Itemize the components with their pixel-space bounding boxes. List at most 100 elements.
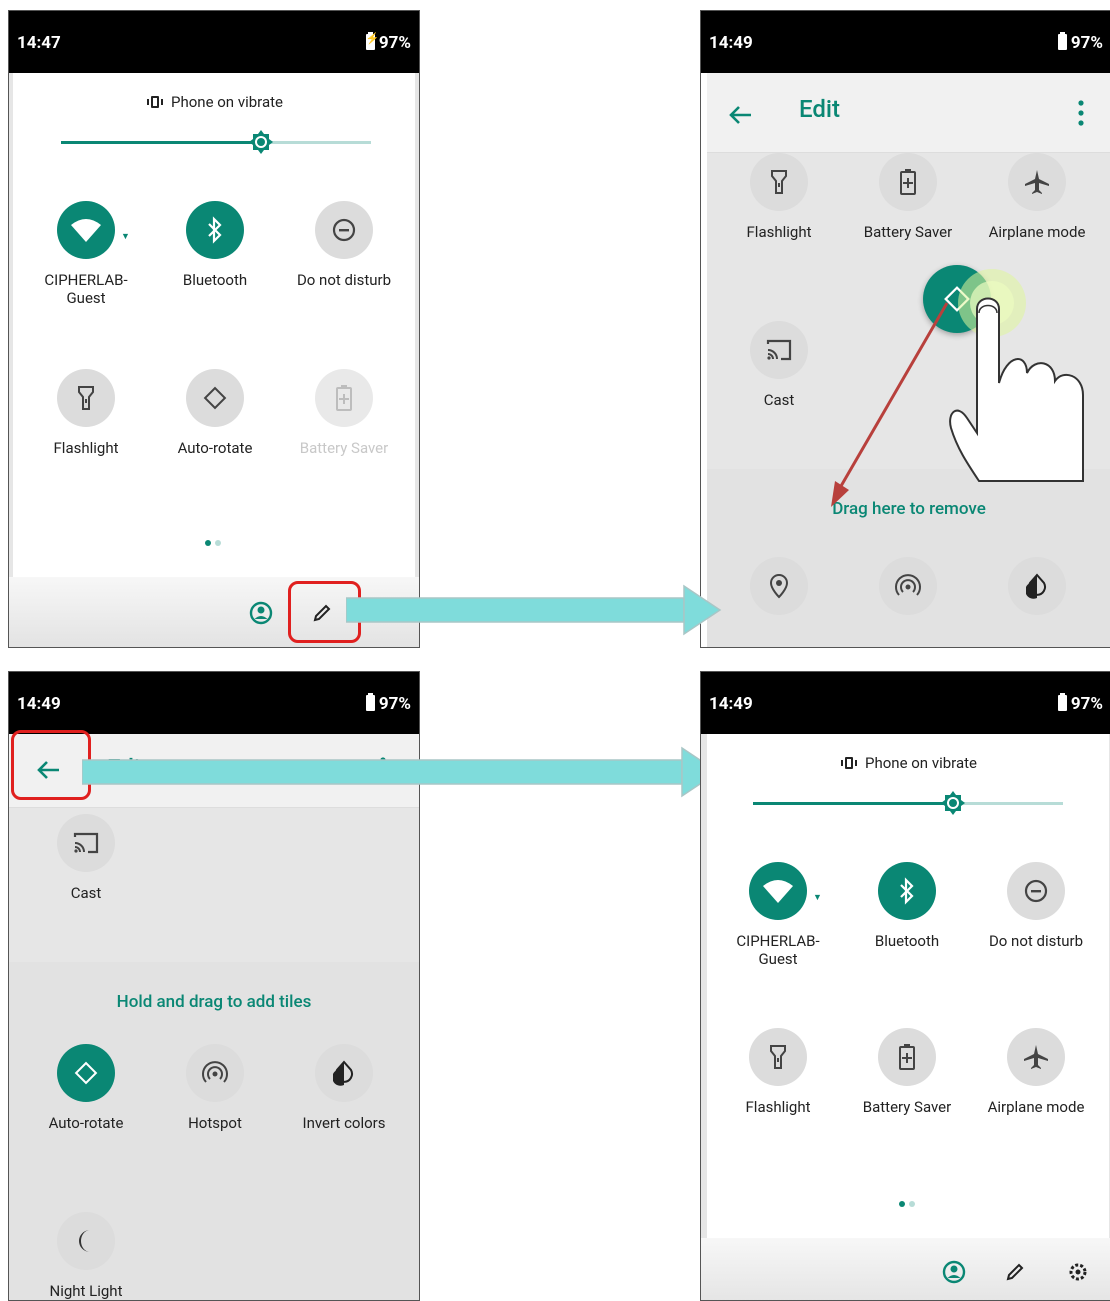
battery-status: 97%: [1057, 32, 1103, 53]
tile-auto-rotate[interactable]: Auto-rotate: [21, 1044, 151, 1132]
tile-flashlight[interactable]: Flashlight: [713, 1028, 843, 1116]
back-arrow-icon[interactable]: [723, 97, 759, 133]
vibrate-status: Phone on vibrate: [707, 754, 1109, 772]
screen-quick-settings-before: 14:47 97% Phone on vibrate CIPHERLAB- Gu: [8, 10, 420, 648]
bluetooth-icon: [878, 862, 936, 920]
clock: 14:47: [17, 33, 61, 53]
hotspot-icon: [879, 557, 937, 615]
screen-edit-remove: 14:49 97% Edit Flashlight Battery Saver: [700, 10, 1110, 648]
edit-panel: Edit Flashlight Battery Saver Airplane m…: [707, 73, 1110, 647]
user-icon[interactable]: [247, 599, 275, 627]
tile-battery-saver[interactable]: Battery Saver: [843, 153, 973, 241]
brightness-fill: [753, 802, 953, 805]
battery-percent: 97%: [1070, 33, 1103, 53]
auto-rotate-icon: [57, 1044, 115, 1102]
tile-hotspot[interactable]: Hotspot: [150, 1044, 280, 1132]
tile-wifi[interactable]: CIPHERLAB- Guest: [21, 201, 151, 307]
battery-icon: [365, 693, 375, 711]
edit-pencil-icon[interactable]: [1001, 1258, 1029, 1286]
brightness-slider[interactable]: [753, 791, 1063, 815]
tile-flashlight[interactable]: Flashlight: [714, 153, 844, 241]
edit-panel: Edit Cast Hold and drag to add tiles Aut…: [9, 734, 419, 1300]
flow-arrow-top: [346, 584, 722, 636]
tile-label: Cast: [70, 884, 102, 902]
tile-bluetooth[interactable]: Bluetooth: [842, 862, 972, 950]
clock: 14:49: [709, 33, 753, 53]
gear-icon[interactable]: [1064, 1258, 1092, 1286]
tile-flashlight[interactable]: Flashlight: [21, 369, 151, 457]
battery-charging-icon: [365, 32, 380, 50]
vibrate-status: Phone on vibrate: [13, 93, 415, 111]
tile-bluetooth[interactable]: Bluetooth: [150, 201, 280, 289]
brightness-icon[interactable]: [940, 790, 966, 816]
status-bar: 14:49 97%: [701, 672, 1110, 734]
bluetooth-icon: [186, 201, 244, 259]
dnd-icon: [1007, 862, 1065, 920]
clock: 14:49: [709, 694, 753, 714]
chevron-down-icon[interactable]: ▼: [813, 892, 822, 903]
vibrate-icon: [145, 95, 165, 109]
tile-label: Hotspot: [188, 1114, 242, 1132]
battery-status: 97%: [1057, 693, 1103, 714]
user-icon[interactable]: [940, 1258, 968, 1286]
battery-percent: 97%: [378, 694, 411, 714]
quick-settings-sheet: Phone on vibrate CIPHERLAB- Guest ▼ Blue…: [13, 73, 415, 577]
battery-saver-icon: [315, 369, 373, 427]
battery-saver-icon: [878, 1028, 936, 1086]
tile-label: Battery Saver: [299, 439, 389, 457]
tile-night-light[interactable]: Night Light: [21, 1212, 151, 1300]
tile-label: Battery Saver: [862, 1098, 952, 1116]
battery-icon: [1057, 32, 1067, 50]
tile-label: Invert colors: [302, 1114, 386, 1132]
tile-label: Airplane mode: [988, 223, 1086, 241]
tile-location[interactable]: [714, 557, 844, 615]
tile-label: Auto-rotate: [177, 439, 253, 457]
tile-invert-colors[interactable]: Invert colors: [279, 1044, 409, 1132]
battery-status: 97%: [365, 32, 411, 53]
status-bar: 14:49 97%: [701, 11, 1110, 73]
tile-do-not-disturb[interactable]: Do not disturb: [279, 201, 409, 289]
tile-label: CIPHERLAB- Guest: [44, 271, 128, 307]
tile-do-not-disturb[interactable]: Do not disturb: [971, 862, 1101, 950]
tile-label: Airplane mode: [987, 1098, 1085, 1116]
airplane-icon: [1007, 1028, 1065, 1086]
tile-battery-saver[interactable]: Battery Saver: [842, 1028, 972, 1116]
tile-cast[interactable]: Cast: [21, 814, 151, 902]
night-light-icon: [57, 1212, 115, 1270]
more-options-icon[interactable]: [1071, 97, 1091, 129]
tile-hotspot[interactable]: [843, 557, 973, 615]
status-bar: 14:49 97%: [9, 672, 419, 734]
tile-battery-saver[interactable]: Battery Saver: [279, 369, 409, 457]
quick-settings-panel: Phone on vibrate CIPHERLAB- Guest ▼ Blue: [701, 734, 1110, 1300]
hand-gesture-icon: [949, 269, 1084, 482]
flow-arrow-bottom: [82, 746, 720, 798]
flashlight-icon: [749, 1028, 807, 1086]
vibrate-icon: [839, 756, 859, 770]
brightness-fill: [61, 141, 261, 144]
brightness-slider[interactable]: [61, 130, 371, 154]
tile-wifi[interactable]: CIPHERLAB- Guest: [713, 862, 843, 968]
tile-label: Flashlight: [53, 439, 119, 457]
tile-airplane-mode[interactable]: Airplane mode: [971, 1028, 1101, 1116]
tile-invert-colors[interactable]: [972, 557, 1102, 615]
brightness-icon[interactable]: [248, 129, 274, 155]
airplane-icon: [1008, 153, 1066, 211]
invert-colors-icon: [1008, 557, 1066, 615]
flashlight-icon: [57, 369, 115, 427]
tile-label: Bluetooth: [182, 271, 248, 289]
tile-auto-rotate[interactable]: Auto-rotate: [150, 369, 280, 457]
tile-label: Do not disturb: [988, 932, 1084, 950]
auto-rotate-icon: [186, 369, 244, 427]
battery-percent: 97%: [1070, 694, 1103, 714]
chevron-down-icon[interactable]: ▼: [121, 231, 130, 242]
vibrate-label: Phone on vibrate: [171, 93, 283, 111]
screen-quick-settings-after: 14:49 97% Phone on vibrate CIPHERLAB- Gu…: [700, 671, 1110, 1301]
tile-label: Battery Saver: [863, 223, 953, 241]
add-tiles-zone: Hold and drag to add tiles Auto-rotate H…: [9, 962, 419, 1300]
clock: 14:49: [17, 694, 61, 714]
hotspot-icon: [186, 1044, 244, 1102]
invert-colors-icon: [315, 1044, 373, 1102]
page-indicator: [203, 531, 223, 550]
quick-settings-footer: [701, 1238, 1110, 1300]
tile-airplane-mode[interactable]: Airplane mode: [972, 153, 1102, 241]
